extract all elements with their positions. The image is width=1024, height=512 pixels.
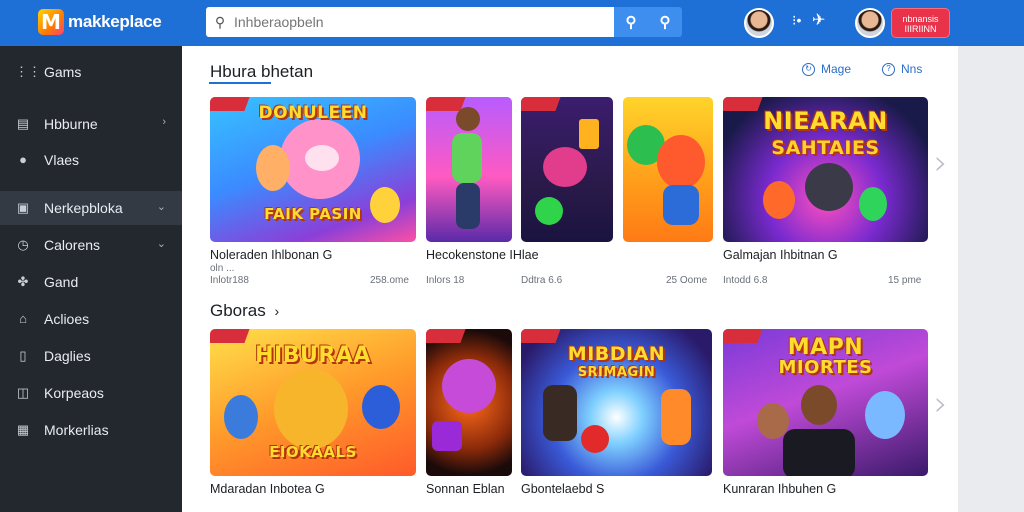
search-box: ⚲ (206, 7, 614, 37)
sidebar-item-label: Korpeaos (44, 385, 104, 401)
refresh-icon: ↻ (802, 62, 815, 76)
card-title[interactable]: Mdaradan Inbotea G (210, 482, 325, 496)
sidebar: ⋮⋮ Gams ▤ Hbburne › ● Vlaes ▣ Nerkepblok… (0, 46, 182, 512)
search-buttons: ⚲ ⚲ (614, 7, 682, 37)
app-name: makkeplace (68, 12, 162, 31)
card-meta: Inlotr188 (210, 275, 249, 286)
card-title[interactable]: Hecokenstone IHlae (426, 248, 539, 262)
card-title[interactable]: Gbontelaebd S (521, 482, 604, 496)
user-avatar[interactable] (855, 8, 885, 38)
sidebar-item-label: Morkerlias (44, 422, 109, 438)
store-icon: ▣ (16, 200, 30, 215)
search-button-icon[interactable]: ⚲ (626, 13, 637, 31)
sidebar-item-daglies[interactable]: ▯ Daglies (0, 339, 182, 373)
game-thumbnail[interactable] (521, 97, 613, 242)
thumbnail-title: HIBURAA (255, 343, 371, 368)
clock-icon: ◷ (17, 237, 29, 252)
chevron-down-icon: ⌄ (156, 238, 166, 250)
tools-icon[interactable]: ⁝• ✈ (792, 12, 832, 34)
card-title[interactable]: Galmajan Ihbitnan G (723, 248, 838, 262)
card-title[interactable]: Sonnan Eblan (426, 482, 505, 496)
thumbnail-title: DONULEEN (258, 103, 368, 123)
thumbnail-subtitle: SRIMAGIN (577, 365, 656, 380)
grid-icon: ⋮⋮ (15, 64, 41, 79)
card-meta: 15 pme (888, 275, 922, 286)
news-icon: ▤ (16, 116, 30, 131)
game-thumbnail[interactable] (426, 97, 512, 242)
game-thumbnail[interactable] (426, 329, 512, 476)
top-bar: M makkeplace ⚲ ⚲ ⚲ ⁝• ✈ nbnansis IIIRIIN… (0, 0, 1024, 46)
thumbnail-subtitle: SAHTAIES (771, 137, 880, 159)
game-thumbnail[interactable] (623, 97, 713, 242)
card-title[interactable]: Noleraden Ihlbonan G (210, 248, 332, 262)
badge (426, 329, 466, 343)
sidebar-item-users[interactable]: ● Vlaes (0, 143, 182, 177)
game-thumbnail[interactable]: NIEARAN SAHTAIES (723, 97, 928, 242)
document-icon: ▯ (19, 348, 27, 363)
scroll-gutter (958, 46, 1024, 512)
sidebar-item-korpeaos[interactable]: ◫ Korpeaos (0, 376, 182, 410)
thumbnail-title: NIEARAN (763, 107, 888, 135)
section-action-mage[interactable]: ↻ Mage (802, 62, 851, 76)
sidebar-item-news[interactable]: ▤ Hbburne › (0, 107, 182, 141)
game-thumbnail[interactable]: HIBURAA EIOKAALS (210, 329, 416, 476)
sidebar-item-calendars[interactable]: ◷ Calorens ⌄ (0, 228, 182, 262)
lock-icon: ⌂ (19, 311, 27, 326)
sidebar-item-label: Nerkepbloka (44, 200, 123, 216)
sidebar-item-actions[interactable]: ⌂ Aclioes (0, 302, 182, 336)
advanced-search-icon[interactable]: ⚲ (660, 13, 671, 31)
header-action-button[interactable]: nbnansis IIIRIINN (891, 8, 950, 38)
section-underline (209, 82, 271, 84)
sidebar-item-games[interactable]: ⋮⋮ Gams (0, 55, 182, 89)
sidebar-item-label: Gams (44, 64, 82, 80)
card-meta: Inlors 18 (426, 275, 465, 286)
sidebar-item-label: Calorens (44, 237, 101, 253)
search-icon: ⚲ (214, 13, 226, 30)
card-meta: 25 Oome (666, 275, 708, 286)
sidebar-item-marketplace[interactable]: ▣ Nerkepbloka ⌄ (0, 191, 182, 225)
sidebar-item-label: Daglies (44, 348, 91, 364)
bag-icon: ◫ (16, 385, 30, 400)
thumbnail-subtitle: MIORTES (778, 357, 873, 378)
sidebar-item-gand[interactable]: ✤ Gand (0, 265, 182, 299)
logo-mark-icon: M (38, 9, 64, 35)
card-meta: Intodd 6.8 (723, 275, 768, 286)
thumbnail-subtitle: EIOKAALS (269, 443, 357, 461)
avatar[interactable] (744, 8, 774, 38)
badge (210, 329, 250, 343)
badge (521, 329, 561, 343)
card-meta: Ddtra 6.6 (521, 275, 563, 286)
next-arrow-icon[interactable]: › (934, 143, 948, 183)
sidebar-item-label: Gand (44, 274, 79, 290)
section-action-nns[interactable]: ? Nns (882, 62, 922, 76)
next-arrow-icon[interactable]: › (934, 384, 948, 424)
app-logo[interactable]: M makkeplace (38, 9, 162, 35)
chevron-down-icon: ⌄ (156, 201, 166, 213)
sidebar-item-morkerlias[interactable]: ▦ Morkerlias (0, 413, 182, 447)
section-title[interactable]: Gboras › (210, 301, 279, 321)
card-meta: 258.ome (370, 275, 409, 286)
thumbnail-title: MIBDIAN (567, 343, 666, 365)
game-thumbnail[interactable]: MIBDIAN SRIMAGIN (521, 329, 712, 476)
section-title: Hbura bhetan (210, 62, 314, 81)
sidebar-item-label: Hbburne (44, 116, 98, 132)
users-icon: ● (19, 152, 27, 167)
sidebar-item-label: Aclioes (44, 311, 90, 327)
puzzle-icon: ✤ (17, 274, 29, 289)
search-input[interactable] (234, 14, 594, 30)
card-title[interactable]: Kunraran Ihbuhen G (723, 482, 836, 496)
thumbnail-subtitle: FAIK PASIN (264, 205, 362, 223)
badge (521, 97, 561, 111)
chevron-right-icon: › (274, 303, 280, 319)
sidebar-item-label: Vlaes (44, 152, 80, 168)
chevron-right-icon: › (162, 116, 166, 128)
game-thumbnail[interactable]: MAPN MIORTES (723, 329, 928, 476)
window-icon: ▦ (16, 422, 30, 437)
card-meta: oln ... (210, 263, 235, 274)
help-icon: ? (882, 62, 895, 76)
game-thumbnail[interactable]: DONULEEN FAIK PASIN (210, 97, 416, 242)
